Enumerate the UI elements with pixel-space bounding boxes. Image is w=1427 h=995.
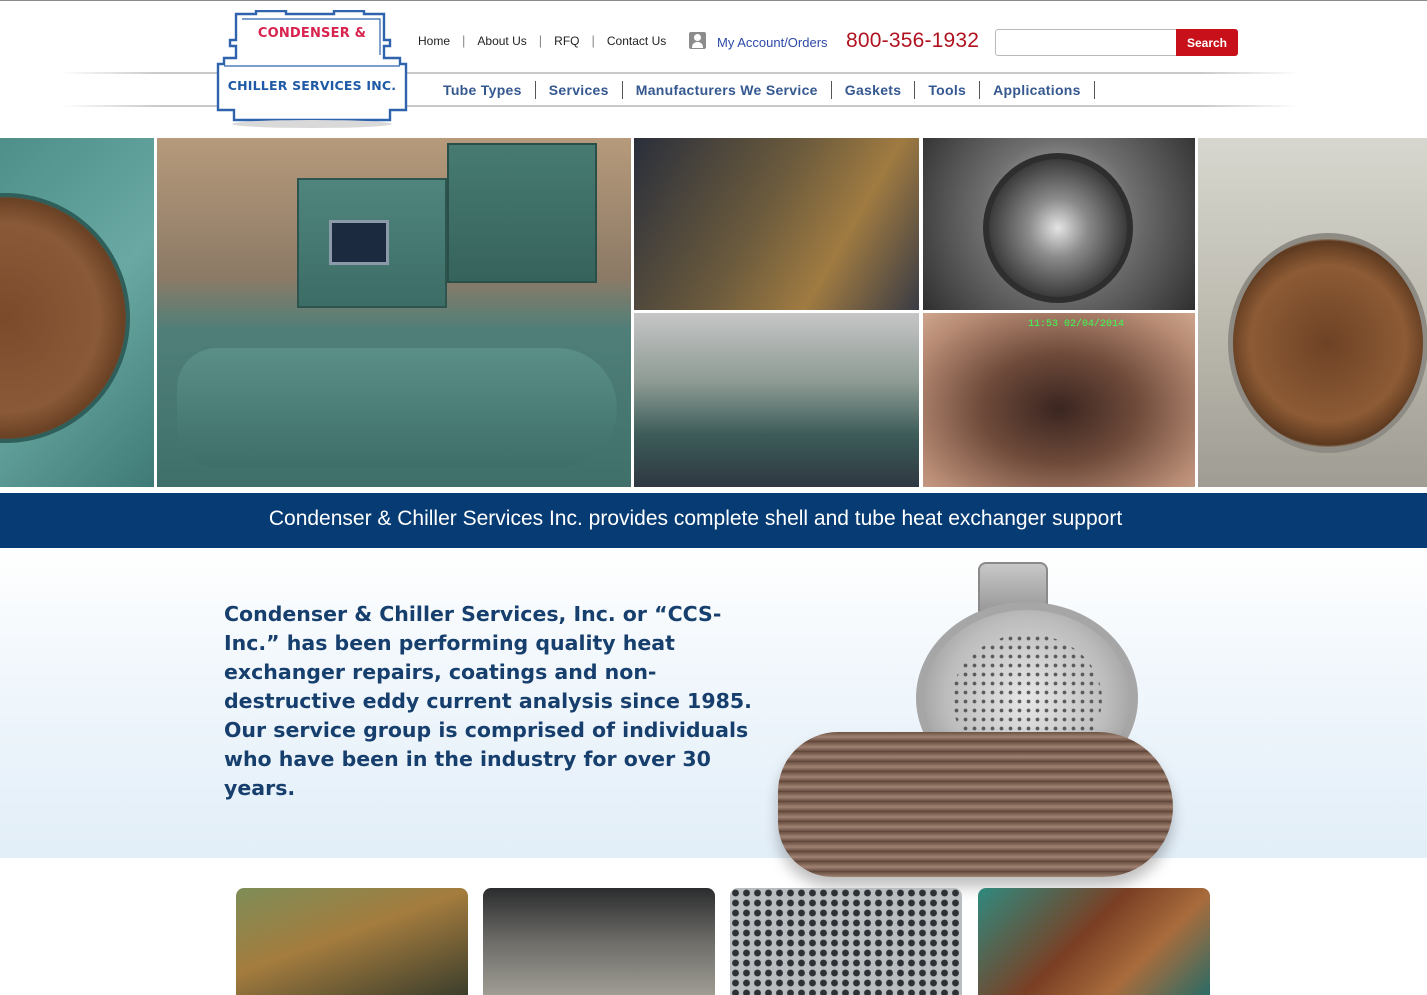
site-header: CONDENSER & CHILLER SERVICES INC. Home |… [0,0,1427,135]
heat-exchanger-tube-bundle [778,732,1173,877]
thumbnail-coating[interactable] [236,888,468,995]
heat-exchanger-image [778,562,1173,882]
thumbnail-tube-sheet[interactable] [730,888,962,995]
borescope-timestamp: 11:53 02/04/2014 [1028,319,1125,330]
search-input[interactable] [995,29,1177,56]
main-nav-tools[interactable]: Tools [915,81,981,99]
starter-cabinet [447,143,597,283]
rusted-tube-sheet-disc [1228,233,1427,453]
main-nav-applications[interactable]: Applications [980,81,1095,99]
control-panel [297,178,447,308]
tube-interior-photo [923,138,1195,310]
main-nav-services[interactable]: Services [536,81,623,99]
search-button[interactable]: Search [1176,29,1238,56]
site-logo[interactable]: CONDENSER & CHILLER SERVICES INC. [214,9,410,128]
thumbnail-welding[interactable] [483,888,715,995]
main-nav: Tube Types Services Manufacturers We Ser… [430,80,1095,100]
phone-number: 800-356-1932 [846,29,980,52]
account-link-group[interactable]: My Account/Orders [689,30,828,50]
mechanical-room-photo [634,313,919,487]
rusted-tube-sheet-photo [1198,138,1427,487]
logo-line-1: CONDENSER & [257,26,367,41]
borescope-photo: 11:53 02/04/2014 [923,313,1195,487]
nav-home[interactable]: Home [418,34,450,48]
hero-photo-mosaic: 11:53 02/04/2014 [0,138,1427,487]
user-icon [689,31,706,49]
nav-separator: | [462,33,466,48]
chiller-vessel [177,348,617,468]
york-chiller-photo [157,138,631,487]
nav-rfq[interactable]: RFQ [554,34,579,48]
intro-text: Condenser & Chiller Services, Inc. or “C… [224,602,752,800]
tube-sheet-photo [0,138,154,487]
logo-line-2: CHILLER SERVICES INC. [227,78,397,93]
thumbnail-eddy-current[interactable] [978,888,1210,995]
intro-section: Condenser & Chiller Services, Inc. or “C… [0,548,1427,858]
tagline-banner: Condenser & Chiller Services Inc. provid… [0,493,1427,548]
control-screen [329,220,389,265]
nav-separator: | [538,33,543,48]
main-nav-gaskets[interactable]: Gaskets [832,81,916,99]
my-account-orders-link[interactable]: My Account/Orders [717,35,828,50]
tube-sheet-disc [0,193,130,443]
nav-contact-us[interactable]: Contact Us [607,34,666,48]
utility-nav: Home | About Us | RFQ | Contact Us [418,33,666,48]
main-nav-tube-types[interactable]: Tube Types [430,81,536,99]
waterbox-photo [634,138,919,310]
main-nav-manufacturers[interactable]: Manufacturers We Service [623,81,832,99]
nav-separator: | [591,33,595,48]
service-thumbnails [0,888,1427,995]
tube-opening [983,153,1133,303]
nav-about-us[interactable]: About Us [477,34,526,48]
